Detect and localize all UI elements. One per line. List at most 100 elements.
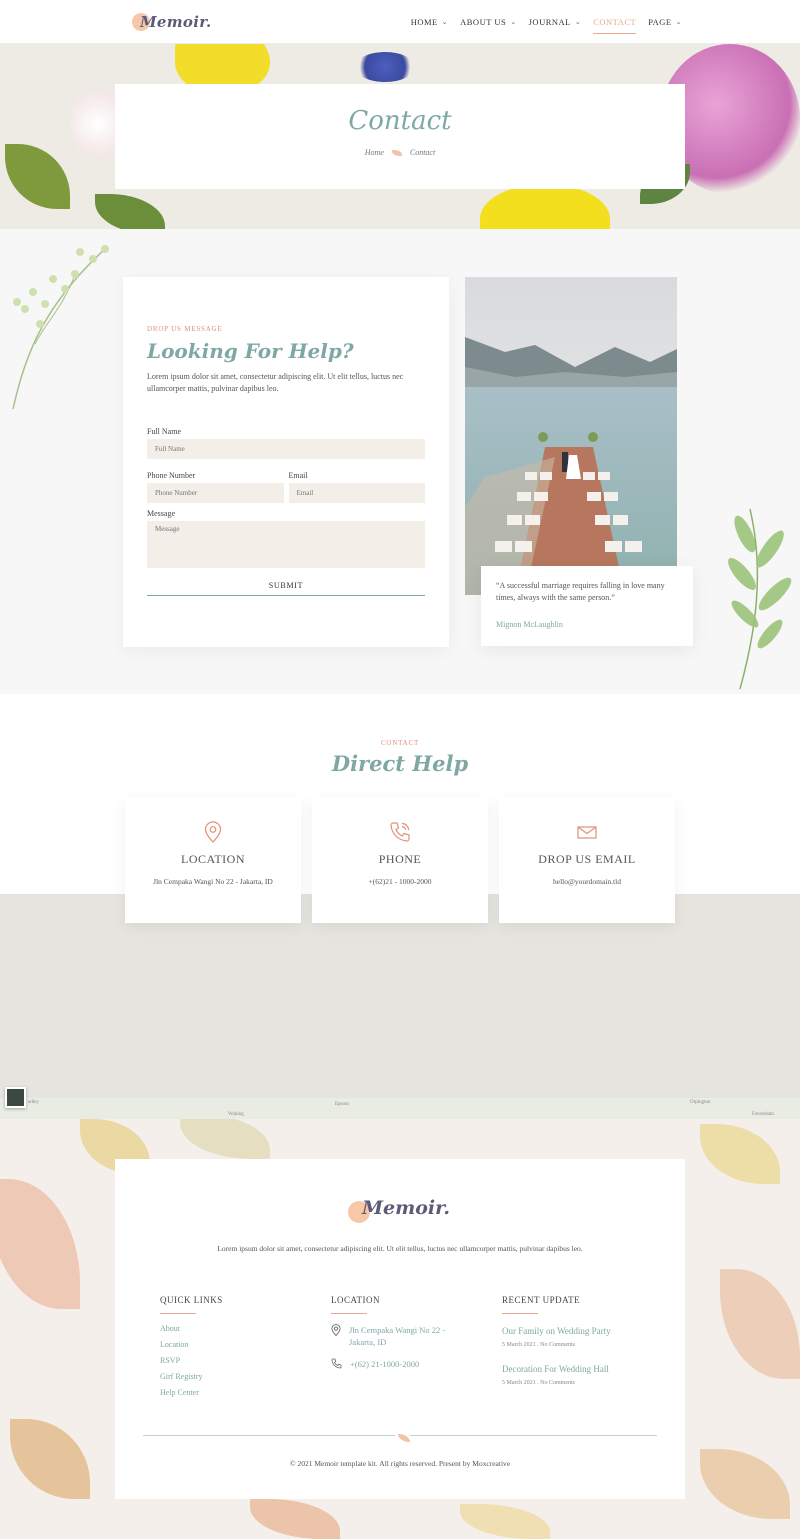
autumn-leaf-image xyxy=(180,1119,270,1159)
recent-update-column: RECENT UPDATE Our Family on Wedding Part… xyxy=(502,1295,652,1386)
envelope-icon xyxy=(577,826,597,839)
autumn-leaf-image xyxy=(700,1449,790,1519)
nav-home-label: HOME xyxy=(410,17,438,27)
footer-link-about[interactable]: About xyxy=(160,1324,223,1333)
message-label: Message xyxy=(147,509,175,518)
nav-contact[interactable]: CONTACT xyxy=(593,0,637,44)
location-card: LOCATION Jln Cempaka Wangi No 22 - Jakar… xyxy=(125,797,301,923)
recent-post-title[interactable]: Our Family on Wedding Party xyxy=(502,1326,652,1336)
location-card-title: LOCATION xyxy=(181,852,245,866)
yellow-flower-image xyxy=(480,184,610,229)
logo-text: Memoir. xyxy=(140,13,212,31)
footer-link-gift-registry[interactable]: Girf Registry xyxy=(160,1372,223,1381)
wedding-photo-image xyxy=(465,277,677,595)
map-label: adley xyxy=(28,1100,39,1105)
flower-sprig-decoration xyxy=(12,245,109,410)
full-name-input[interactable] xyxy=(147,439,425,459)
leaf-branch-decoration xyxy=(728,508,792,690)
footer-card: Memoir. Lorem ipsum dolor sit amet, cons… xyxy=(115,1159,685,1499)
footer-phone-text: +(62) 21-1000-2000 xyxy=(350,1359,420,1369)
nav-about-us[interactable]: ABOUT US ⌄ xyxy=(460,0,517,44)
autumn-leaf-image xyxy=(10,1419,90,1499)
location-title: LOCATION xyxy=(331,1295,380,1305)
phone-icon xyxy=(390,822,410,842)
quick-links-column: QUICK LINKS About Location RSVP Girf Reg… xyxy=(160,1295,223,1397)
footer-link-help-center[interactable]: Help Center xyxy=(160,1388,223,1397)
location-column: LOCATION Jln Cempaka Wangi No 22 - Jakar… xyxy=(331,1295,471,1370)
site-header: Memoir. HOME ⌄ ABOUT US ⌄ JOURNAL ⌄ CONTACT… xyxy=(0,0,800,44)
nav-page-label: PAGE xyxy=(648,17,672,27)
phone-card-title: PHONE xyxy=(378,852,422,866)
chevron-down-icon: ⌄ xyxy=(510,18,517,26)
phone-card: PHONE +(62)21 - 1000-2000 xyxy=(312,797,488,923)
footer-link-location[interactable]: Location xyxy=(160,1340,223,1349)
title-underline xyxy=(502,1313,538,1314)
breadcrumb-home[interactable]: Home xyxy=(365,148,384,157)
phone-card-text: +(62)21 - 1000-2000 xyxy=(368,877,432,886)
phone-icon xyxy=(331,1358,342,1369)
chevron-down-icon: ⌄ xyxy=(574,18,582,26)
quick-links-title: QUICK LINKS xyxy=(160,1295,223,1305)
page-hero: Contact Home Contact xyxy=(0,44,800,229)
breadcrumb: Home Contact xyxy=(115,148,685,157)
site-footer: Memoir. Lorem ipsum dolor sit amet, cons… xyxy=(0,1119,800,1539)
submit-button[interactable]: SUBMIT xyxy=(147,581,425,596)
blue-flower-image xyxy=(355,52,415,82)
nav-page[interactable]: PAGE ⌄ xyxy=(648,0,682,44)
email-card: DROP US EMAIL hello@yourdomain.tld xyxy=(499,797,675,923)
autumn-leaf-image xyxy=(700,1124,780,1184)
form-lead: Lorem ipsum dolor sit amet, consectetur … xyxy=(147,372,404,393)
map-pin-icon xyxy=(204,821,222,843)
location-card-text: Jln Cempaka Wangi No 22 - Jakarta, ID xyxy=(153,877,273,886)
autumn-leaf-image xyxy=(250,1499,340,1539)
chevron-down-icon: ⌄ xyxy=(441,18,449,26)
form-eyebrow: DROP US MESSAGE xyxy=(147,325,223,333)
logo[interactable]: Memoir. xyxy=(132,10,211,34)
quote-text: “A successful marriage requires falling … xyxy=(496,581,665,602)
title-underline xyxy=(160,1313,196,1314)
help-eyebrow: CONTACT xyxy=(380,739,420,747)
autumn-leaf-image xyxy=(0,1179,80,1309)
footer-address[interactable]: Jln Cempaka Wangi No 22 - Jakarta, ID xyxy=(331,1324,471,1348)
quote-card: “A successful marriage requires falling … xyxy=(481,566,693,646)
email-card-title: DROP US EMAIL xyxy=(538,852,636,866)
footer-address-text: Jln Cempaka Wangi No 22 - Jakarta, ID xyxy=(349,1325,446,1347)
nav-about-label: ABOUT US xyxy=(460,17,507,27)
map-label: Epsom xyxy=(335,1102,349,1107)
wedding-photo xyxy=(465,277,677,595)
map-label: Faversham xyxy=(752,1112,774,1117)
leaf-icon xyxy=(391,149,402,156)
leaf-icon xyxy=(395,1431,413,1445)
nav-contact-label: CONTACT xyxy=(593,17,637,27)
breadcrumb-current: Contact xyxy=(409,148,436,157)
email-input[interactable] xyxy=(288,483,425,503)
copyright-text: © 2021 Memoir template kit. All rights r… xyxy=(289,1459,511,1468)
phone-input[interactable] xyxy=(147,483,284,503)
nav-journal[interactable]: JOURNAL ⌄ xyxy=(529,0,582,44)
recent-post-title[interactable]: Decoration For Wedding Hall xyxy=(502,1364,652,1374)
message-textarea[interactable] xyxy=(147,521,425,568)
chevron-down-icon: ⌄ xyxy=(675,18,682,26)
autumn-leaf-image xyxy=(460,1504,550,1539)
map-type-toggle[interactable] xyxy=(5,1087,26,1108)
map-label: Orpington xyxy=(690,1100,711,1105)
green-leaf-image xyxy=(5,144,70,209)
map-embed[interactable]: adley Woking Epsom Orpington Faversham xyxy=(0,894,800,1119)
footer-logo-text: Memoir. xyxy=(362,1197,450,1219)
footer-link-rsvp[interactable]: RSVP xyxy=(160,1356,223,1365)
recent-post-meta: 5 March 2021 . No Comments xyxy=(502,1380,575,1386)
map-pin-icon xyxy=(331,1324,341,1336)
contact-form-card: DROP US MESSAGE Looking For Help? Lorem … xyxy=(123,277,449,647)
footer-phone[interactable]: +(62) 21-1000-2000 xyxy=(331,1358,471,1370)
form-heading: Looking For Help? xyxy=(147,339,354,363)
green-leaf-image xyxy=(95,194,165,229)
full-name-label: Full Name xyxy=(147,427,181,436)
quote-author: Mignon McLaughlin xyxy=(496,620,563,629)
email-label: Email xyxy=(288,471,308,480)
recent-post-meta: 5 March 2021 . No Comments xyxy=(502,1342,575,1348)
nav-home[interactable]: HOME ⌄ xyxy=(411,0,448,44)
nav-journal-label: JOURNAL xyxy=(528,17,571,27)
main-nav: HOME ⌄ ABOUT US ⌄ JOURNAL ⌄ CONTACT PAGE ⌄ xyxy=(411,0,682,44)
phone-label: Phone Number xyxy=(147,471,196,480)
email-card-text: hello@yourdomain.tld xyxy=(553,877,621,886)
